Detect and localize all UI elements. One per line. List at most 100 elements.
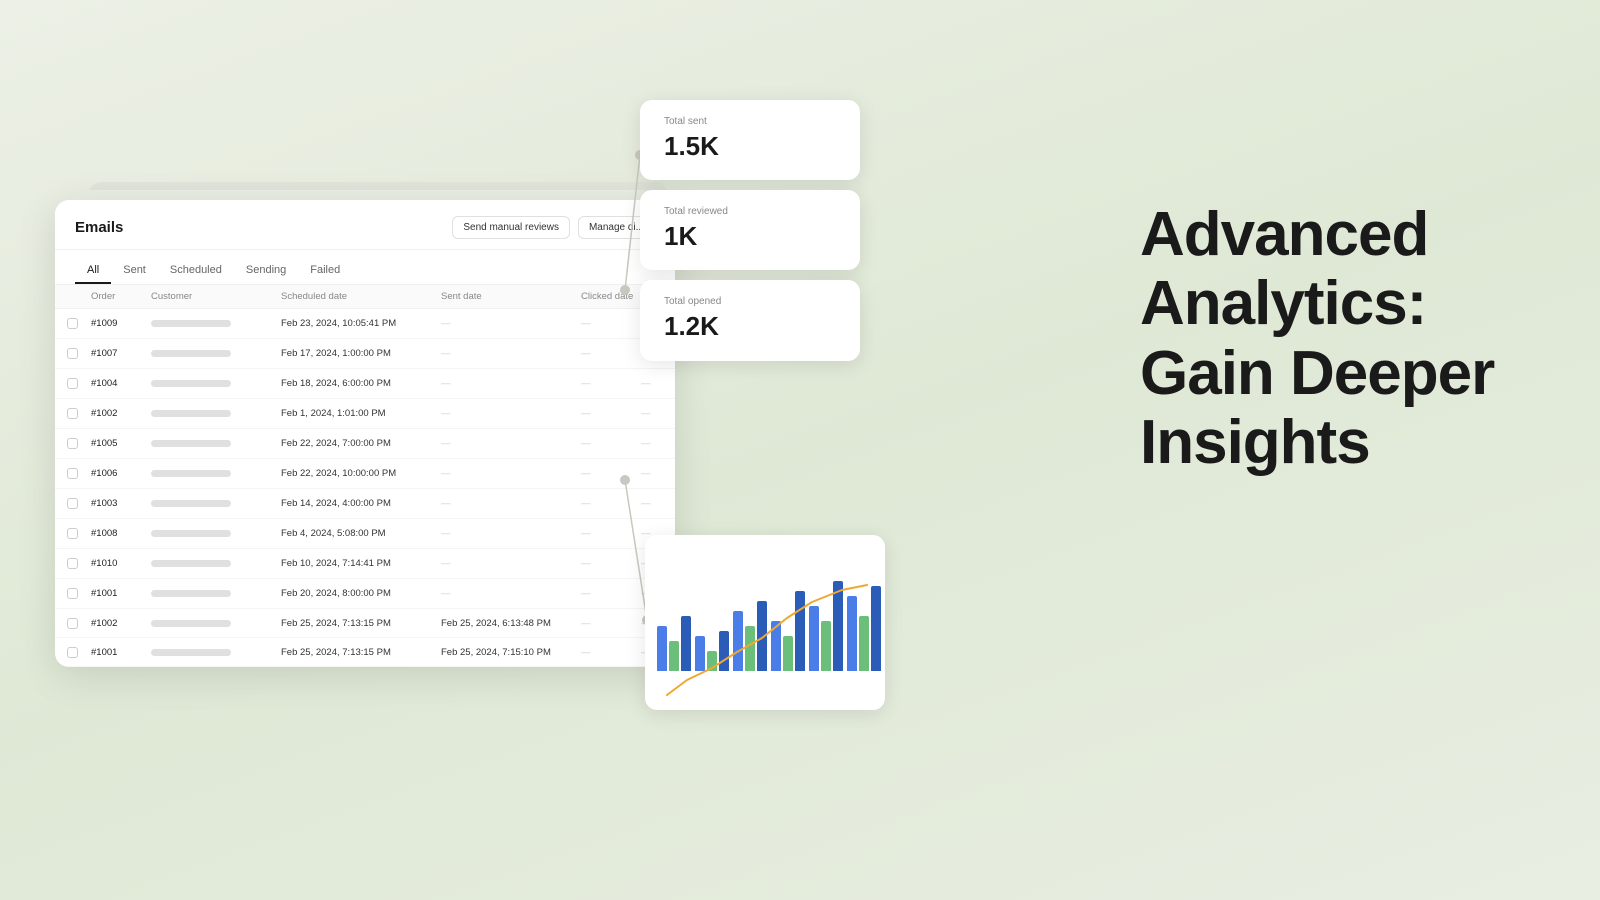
emails-table: Order Customer Scheduled date Sent date … [55,285,675,667]
row-check[interactable] [67,348,91,359]
row-check[interactable] [67,558,91,569]
row-order: #1003 [91,498,151,509]
row-customer [151,470,281,477]
row-sent: — [441,468,581,479]
panel-buttons-group: Send manual reviews Manage di... [452,216,655,239]
row-order: #1005 [91,438,151,449]
row-opened: — [641,378,675,389]
row-check[interactable] [67,647,91,658]
table-row: #1005 Feb 22, 2024, 7:00:00 PM — — — — ⏰… [55,429,675,459]
tab-scheduled[interactable]: Scheduled [158,258,234,284]
chart-card [645,535,885,710]
row-customer [151,320,281,327]
table-row: #1007 Feb 17, 2024, 1:00:00 PM — — — — ⏰… [55,339,675,369]
th-scheduled: Scheduled date [281,291,441,302]
row-sent: — [441,318,581,329]
row-sent: — [441,378,581,389]
th-sent: Sent date [441,291,581,302]
row-scheduled: Feb 20, 2024, 8:00:00 PM [281,588,441,599]
th-check [67,291,91,302]
headline-line1: Advanced [1140,200,1428,269]
row-customer [151,440,281,447]
row-sent: — [441,558,581,569]
table-row: #1006 Feb 22, 2024, 10:00:00 PM — — — — … [55,459,675,489]
row-clicked: — [581,468,641,479]
row-sent: — [441,528,581,539]
row-clicked: — [581,438,641,449]
row-check[interactable] [67,378,91,389]
stats-area: Total sent 1.5K Total reviewed 1K Total … [640,100,860,361]
row-sent: Feb 25, 2024, 6:13:48 PM [441,618,581,629]
row-check[interactable] [67,528,91,539]
row-customer [151,380,281,387]
row-order: #1002 [91,618,151,629]
th-customer: Customer [151,291,281,302]
row-clicked: — [581,318,641,329]
row-order: #1010 [91,558,151,569]
row-clicked: — [581,378,641,389]
row-customer [151,620,281,627]
row-check[interactable] [67,318,91,329]
row-customer [151,350,281,357]
row-sent: — [441,438,581,449]
row-order: #1004 [91,378,151,389]
stat-total-reviewed-label: Total reviewed [664,206,836,217]
row-scheduled: Feb 22, 2024, 10:00:00 PM [281,468,441,479]
row-sent: Feb 25, 2024, 7:15:10 PM [441,647,581,658]
row-clicked: — [581,647,641,658]
row-customer [151,410,281,417]
stat-total-sent-value: 1.5K [664,131,836,162]
panel-header: Emails Send manual reviews Manage di... [55,200,675,250]
table-row: #1009 Feb 23, 2024, 10:05:41 PM — — — — … [55,309,675,339]
row-order: #1009 [91,318,151,329]
th-clicked: Clicked date [581,291,641,302]
row-customer [151,500,281,507]
row-sent: — [441,408,581,419]
row-scheduled: Feb 25, 2024, 7:13:15 PM [281,618,441,629]
stat-total-reviewed: Total reviewed 1K [640,190,860,270]
stat-total-reviewed-value: 1K [664,221,836,252]
row-scheduled: Feb 10, 2024, 7:14:41 PM [281,558,441,569]
row-sent: — [441,498,581,509]
row-clicked: — [581,498,641,509]
stat-total-sent-label: Total sent [664,116,836,127]
table-row: #1008 Feb 4, 2024, 5:08:00 PM — — — — ⏰ … [55,519,675,549]
row-order: #1001 [91,588,151,599]
row-opened: — [641,498,675,509]
headline-area: Advanced Analytics: Gain Deeper Insights [1140,200,1520,478]
table-row: #1001 Feb 20, 2024, 8:00:00 PM — — — — ⏰… [55,579,675,609]
stat-total-sent: Total sent 1.5K [640,100,860,180]
headline-line3: Gain Deeper [1140,339,1494,408]
tab-all[interactable]: All [75,258,111,284]
tab-sent[interactable]: Sent [111,258,158,284]
table-row: #1004 Feb 18, 2024, 6:00:00 PM — — — — ⏰… [55,369,675,399]
emails-panel: Emails Send manual reviews Manage di... … [55,200,675,667]
row-customer [151,649,281,656]
table-header: Order Customer Scheduled date Sent date … [55,285,675,309]
stat-total-opened-label: Total opened [664,296,836,307]
headline-line2: Analytics: [1140,269,1426,338]
th-order: Order [91,291,151,302]
row-opened: — [641,438,675,449]
row-order: #1002 [91,408,151,419]
row-check[interactable] [67,468,91,479]
row-scheduled: Feb 4, 2024, 5:08:00 PM [281,528,441,539]
row-scheduled: Feb 22, 2024, 7:00:00 PM [281,438,441,449]
tab-sending[interactable]: Sending [234,258,298,284]
tab-failed[interactable]: Failed [298,258,352,284]
row-scheduled: Feb 18, 2024, 6:00:00 PM [281,378,441,389]
row-check[interactable] [67,408,91,419]
row-check[interactable] [67,438,91,449]
row-sent: — [441,348,581,359]
row-clicked: — [581,348,641,359]
row-check[interactable] [67,588,91,599]
table-row: #1001 Feb 25, 2024, 7:13:15 PM Feb 25, 2… [55,638,675,667]
row-order: #1008 [91,528,151,539]
row-check[interactable] [67,498,91,509]
row-customer [151,590,281,597]
row-scheduled: Feb 14, 2024, 4:00:00 PM [281,498,441,509]
row-check[interactable] [67,618,91,629]
send-manual-reviews-button[interactable]: Send manual reviews [452,216,570,239]
row-clicked: — [581,528,641,539]
row-scheduled: Feb 17, 2024, 1:00:00 PM [281,348,441,359]
